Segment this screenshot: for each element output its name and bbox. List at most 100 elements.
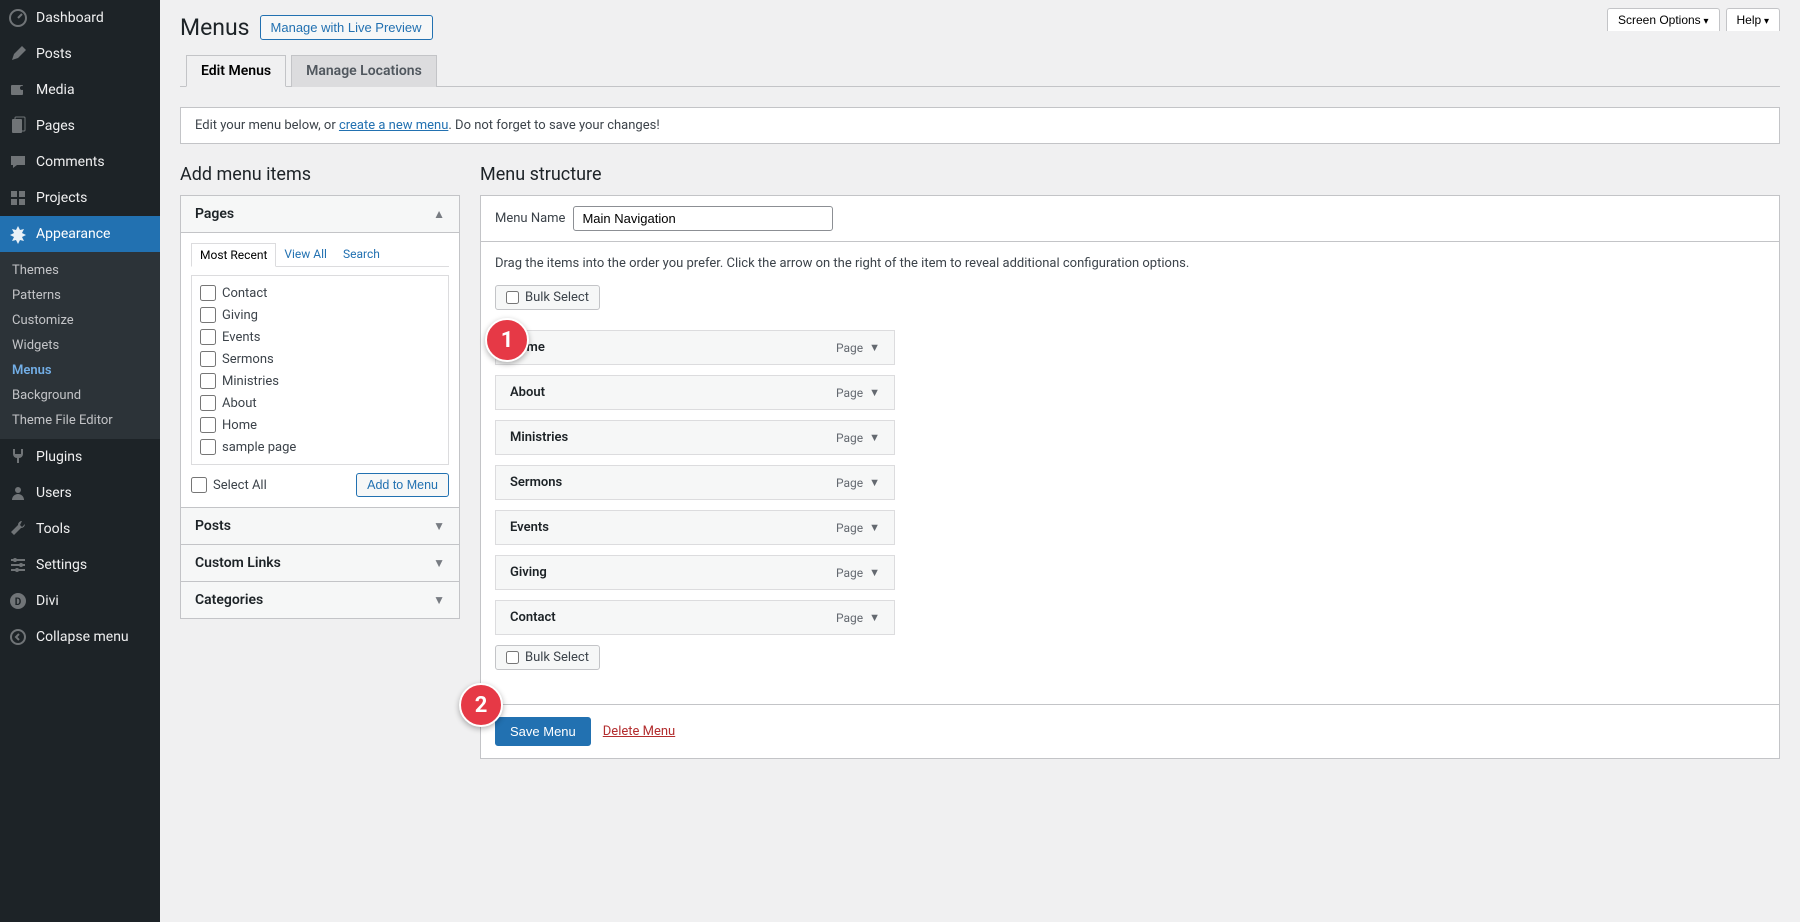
screen-options-button[interactable]: Screen Options xyxy=(1607,8,1720,31)
tools-icon xyxy=(8,519,28,539)
admin-sidebar: Dashboard Posts Media Pages Comments Pro… xyxy=(0,0,160,922)
accordion-title: Categories xyxy=(195,592,263,608)
menu-item-row[interactable]: Home Page▼ xyxy=(495,330,895,365)
submenu-widgets[interactable]: Widgets xyxy=(0,333,160,358)
sidebar-label: Comments xyxy=(36,154,105,170)
add-menu-items-heading: Add menu items xyxy=(180,164,460,185)
manage-live-preview-button[interactable]: Manage with Live Preview xyxy=(260,15,433,40)
sidebar-item-appearance[interactable]: Appearance xyxy=(0,216,160,252)
sidebar-item-pages[interactable]: Pages xyxy=(0,108,160,144)
sidebar-item-posts[interactable]: Posts xyxy=(0,36,160,72)
sidebar-item-settings[interactable]: Settings xyxy=(0,547,160,583)
submenu-customize[interactable]: Customize xyxy=(0,308,160,333)
divi-icon: D xyxy=(8,591,28,611)
menu-item-type: Page▼ xyxy=(836,386,880,400)
page-check-row[interactable]: Home xyxy=(200,414,440,436)
page-check-row[interactable]: Ministries xyxy=(200,370,440,392)
page-check-row[interactable]: Sermons xyxy=(200,348,440,370)
chevron-down-icon[interactable]: ▼ xyxy=(869,476,880,489)
menu-item-type: Page▼ xyxy=(836,566,880,580)
sidebar-item-tools[interactable]: Tools xyxy=(0,511,160,547)
page-check-row[interactable]: About xyxy=(200,392,440,414)
sidebar-label: Posts xyxy=(36,46,72,62)
sidebar-item-collapse[interactable]: Collapse menu xyxy=(0,619,160,655)
select-all-checkbox[interactable] xyxy=(191,477,207,493)
sidebar-label: Dashboard xyxy=(36,10,104,26)
chevron-down-icon[interactable]: ▼ xyxy=(869,341,880,354)
menu-item-row[interactable]: About Page▼ xyxy=(495,375,895,410)
bulk-select-checkbox[interactable] xyxy=(506,651,519,664)
page-checkbox[interactable] xyxy=(200,417,216,433)
help-button[interactable]: Help xyxy=(1726,8,1781,31)
accordion-categories-header[interactable]: Categories ▼ xyxy=(181,582,459,618)
page-checkbox[interactable] xyxy=(200,351,216,367)
menu-item-row[interactable]: Contact Page▼ xyxy=(495,600,895,635)
menu-item-title: About xyxy=(510,385,545,400)
tab-manage-locations[interactable]: Manage Locations xyxy=(291,55,437,87)
page-check-row[interactable]: sample page xyxy=(200,436,440,458)
sidebar-label: Appearance xyxy=(36,226,110,242)
sidebar-item-users[interactable]: Users xyxy=(0,475,160,511)
sidebar-item-plugins[interactable]: Plugins xyxy=(0,439,160,475)
submenu-menus[interactable]: Menus xyxy=(0,358,160,383)
menu-body: Drag the items into the order you prefer… xyxy=(481,242,1779,704)
menu-item-row[interactable]: Giving Page▼ xyxy=(495,555,895,590)
chevron-down-icon[interactable]: ▼ xyxy=(869,566,880,579)
menu-item-row[interactable]: Sermons Page▼ xyxy=(495,465,895,500)
page-checkbox[interactable] xyxy=(200,285,216,301)
page-checkbox[interactable] xyxy=(200,307,216,323)
caret-down-icon: ▼ xyxy=(433,593,445,607)
chevron-down-icon[interactable]: ▼ xyxy=(869,431,880,444)
menu-item-title: Events xyxy=(510,520,549,535)
media-icon xyxy=(8,80,28,100)
chevron-down-icon[interactable]: ▼ xyxy=(869,611,880,624)
menu-name-input[interactable] xyxy=(573,206,833,231)
add-to-menu-button[interactable]: Add to Menu xyxy=(356,473,449,497)
menu-item-row[interactable]: Ministries Page▼ xyxy=(495,420,895,455)
submenu-patterns[interactable]: Patterns xyxy=(0,283,160,308)
page-check-row[interactable]: Contact xyxy=(200,282,440,304)
page-check-row[interactable]: Events xyxy=(200,326,440,348)
submenu-themes[interactable]: Themes xyxy=(0,258,160,283)
bulk-select-checkbox[interactable] xyxy=(506,291,519,304)
page-checkbox[interactable] xyxy=(200,329,216,345)
delete-menu-link[interactable]: Delete Menu xyxy=(603,724,675,739)
menu-structure-heading: Menu structure xyxy=(480,164,1780,185)
accordion-categories: Categories ▼ xyxy=(181,581,459,618)
appearance-icon xyxy=(8,224,28,244)
accordion-title: Custom Links xyxy=(195,555,281,571)
accordion-pages-header[interactable]: Pages ▲ xyxy=(181,196,459,232)
drag-instructions: Drag the items into the order you prefer… xyxy=(495,256,1765,271)
inner-tab-view-all[interactable]: View All xyxy=(276,243,335,266)
page-checkbox[interactable] xyxy=(200,439,216,455)
page-check-row[interactable]: Giving xyxy=(200,304,440,326)
sidebar-label: Users xyxy=(36,485,72,501)
submenu-theme-file-editor[interactable]: Theme File Editor xyxy=(0,408,160,433)
menu-item-row[interactable]: Events Page▼ xyxy=(495,510,895,545)
menu-item-type: Page▼ xyxy=(836,341,880,355)
inner-tab-most-recent[interactable]: Most Recent xyxy=(191,243,276,267)
chevron-down-icon[interactable]: ▼ xyxy=(869,386,880,399)
select-all-row[interactable]: Select All xyxy=(191,474,267,496)
accordion-posts-header[interactable]: Posts ▼ xyxy=(181,508,459,544)
bulk-select-top[interactable]: Bulk Select xyxy=(495,285,600,310)
sidebar-item-dashboard[interactable]: Dashboard xyxy=(0,0,160,36)
page-checkbox[interactable] xyxy=(200,373,216,389)
sidebar-item-comments[interactable]: Comments xyxy=(0,144,160,180)
projects-icon xyxy=(8,188,28,208)
inner-tab-search[interactable]: Search xyxy=(335,243,388,266)
page-checkbox[interactable] xyxy=(200,395,216,411)
sidebar-item-media[interactable]: Media xyxy=(0,72,160,108)
sidebar-item-divi[interactable]: D Divi xyxy=(0,583,160,619)
create-new-menu-link[interactable]: create a new menu xyxy=(339,118,448,133)
accordion-custom-links-header[interactable]: Custom Links ▼ xyxy=(181,545,459,581)
save-menu-button[interactable]: Save Menu xyxy=(495,717,591,746)
sidebar-item-projects[interactable]: Projects xyxy=(0,180,160,216)
submenu-background[interactable]: Background xyxy=(0,383,160,408)
chevron-down-icon[interactable]: ▼ xyxy=(869,521,880,534)
tab-edit-menus[interactable]: Edit Menus xyxy=(186,55,286,87)
menu-name-label: Menu Name xyxy=(495,211,565,226)
bulk-select-label: Bulk Select xyxy=(525,290,589,305)
pages-list: Contact Giving Events Sermons Ministries… xyxy=(191,275,449,465)
bulk-select-bottom[interactable]: Bulk Select xyxy=(495,645,600,670)
